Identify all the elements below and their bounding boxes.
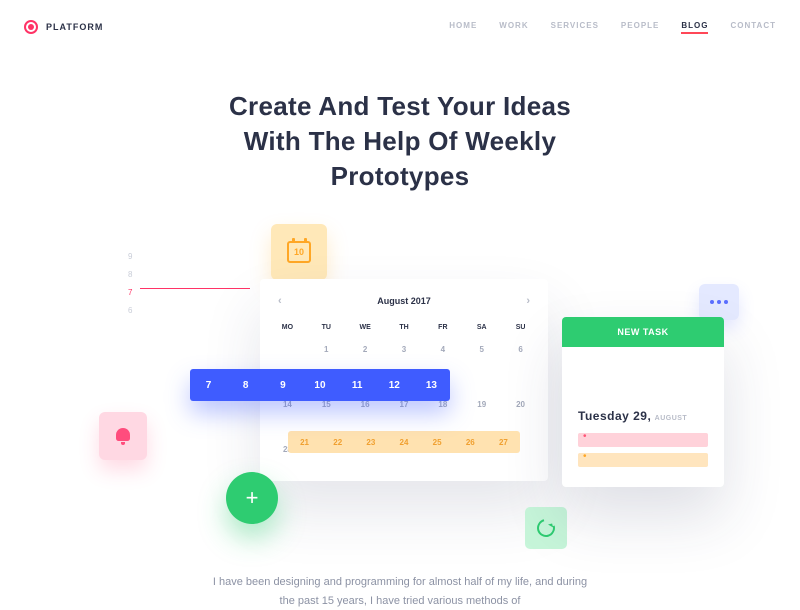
- add-button[interactable]: +: [226, 472, 278, 524]
- calendar-month-label: August 2017: [377, 296, 431, 306]
- calendar-weekdays: MOTUWETHFRSASU: [260, 317, 548, 338]
- nav-contact[interactable]: CONTACT: [730, 21, 776, 34]
- selected-week-strip[interactable]: 78910111213: [190, 369, 450, 401]
- nav-services[interactable]: SERVICES: [551, 21, 599, 34]
- chat-card[interactable]: [699, 284, 739, 320]
- axis-marker-line: [140, 288, 250, 289]
- busy-week-strip[interactable]: 21222324252627: [288, 431, 520, 453]
- chat-dot-icon: [724, 300, 728, 304]
- next-month-button[interactable]: ›: [526, 295, 530, 307]
- illustration-canvas: 9 8 7 6 ‹ August 2017 › MOTUWETHFRSASU 1…: [0, 224, 800, 604]
- nav-home[interactable]: HOME: [449, 21, 477, 34]
- page-title: Create And Test Your Ideas With The Help…: [0, 89, 800, 194]
- prev-month-button[interactable]: ‹: [278, 295, 282, 307]
- task-date: Tuesday 29, AUGUST: [562, 347, 724, 427]
- nav-people[interactable]: PEOPLE: [621, 21, 659, 34]
- new-task-button[interactable]: NEW TASK: [562, 317, 724, 347]
- refresh-card[interactable]: [525, 507, 567, 549]
- nav-work[interactable]: WORK: [499, 21, 528, 34]
- refresh-icon: [534, 516, 559, 541]
- calendar-row: 123456: [260, 338, 548, 361]
- task-item[interactable]: [578, 433, 708, 447]
- logo[interactable]: PLATFORM: [24, 20, 103, 34]
- bell-icon: [114, 427, 132, 445]
- chat-dot-icon: [717, 300, 721, 304]
- chat-dot-icon: [710, 300, 714, 304]
- notification-card[interactable]: [99, 412, 147, 460]
- plus-icon: +: [246, 485, 259, 511]
- task-panel: NEW TASK Tuesday 29, AUGUST: [562, 317, 724, 487]
- main-nav: HOME WORK SERVICES PEOPLE BLOG CONTACT: [449, 21, 776, 34]
- task-item[interactable]: [578, 453, 708, 467]
- nav-blog[interactable]: BLOG: [681, 21, 708, 34]
- calendar-icon-card[interactable]: [271, 224, 327, 280]
- axis-labels: 9 8 7 6: [128, 252, 132, 324]
- logo-icon: [24, 20, 38, 34]
- calendar-icon: [287, 241, 311, 263]
- body-paragraph: I have been designing and programming fo…: [205, 573, 595, 610]
- logo-text: PLATFORM: [46, 22, 103, 32]
